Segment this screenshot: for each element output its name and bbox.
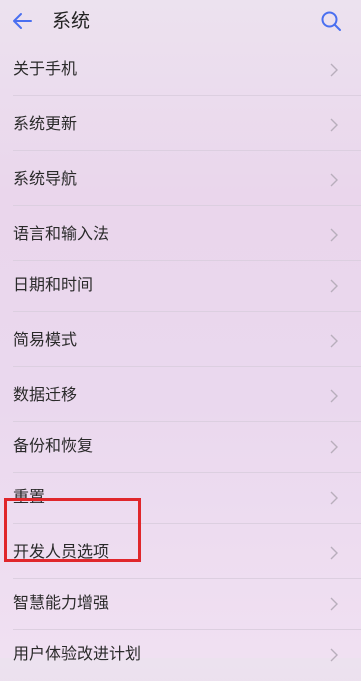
- menu-item-label: 备份和恢复: [13, 436, 94, 455]
- highlight-box: [4, 498, 141, 562]
- chevron-right-icon: [330, 546, 338, 560]
- chevron-right-icon: [330, 228, 338, 242]
- menu-item-label: 用户体验改进计划: [13, 644, 142, 663]
- divider: [13, 311, 361, 312]
- menu-item-data-migration[interactable]: 数据迁移: [0, 371, 361, 422]
- menu-item-label: 简易模式: [13, 330, 78, 349]
- chevron-right-icon: [330, 63, 338, 77]
- menu-item-system-update[interactable]: 系统更新: [0, 100, 361, 151]
- chevron-right-icon: [330, 334, 338, 348]
- chevron-right-icon: [330, 440, 338, 454]
- menu-item-label: 智慧能力增强: [13, 593, 110, 612]
- menu-item-about-phone[interactable]: 关于手机: [0, 45, 361, 96]
- menu-item-user-experience-program[interactable]: 用户体验改进计划: [0, 630, 361, 681]
- menu-item-backup-restore[interactable]: 备份和恢复: [0, 422, 361, 473]
- menu-item-label: 数据迁移: [13, 385, 78, 404]
- menu-item-label: 系统更新: [13, 114, 78, 133]
- chevron-right-icon: [330, 279, 338, 293]
- chevron-right-icon: [330, 118, 338, 132]
- menu-item-label: 语言和输入法: [13, 224, 110, 243]
- page-title: 系统: [52, 10, 91, 32]
- settings-list: 关于手机 系统更新 系统导航 语言和输入法 日期和时间 简易模式 数据迁移 备份…: [0, 45, 361, 681]
- menu-item-label: 关于手机: [13, 59, 78, 78]
- search-button[interactable]: [318, 8, 344, 34]
- menu-item-label: 系统导航: [13, 169, 78, 188]
- chevron-right-icon: [330, 173, 338, 187]
- arrow-left-icon: [13, 13, 32, 29]
- chevron-right-icon: [330, 389, 338, 403]
- divider: [13, 95, 361, 96]
- menu-item-simple-mode[interactable]: 简易模式: [0, 316, 361, 367]
- chevron-right-icon: [330, 491, 338, 505]
- chevron-right-icon: [330, 597, 338, 611]
- menu-item-system-navigation[interactable]: 系统导航: [0, 155, 361, 206]
- menu-item-date-time[interactable]: 日期和时间: [0, 261, 361, 312]
- divider: [13, 205, 361, 206]
- back-button[interactable]: [10, 8, 36, 34]
- search-icon: [321, 11, 341, 31]
- divider: [13, 150, 361, 151]
- menu-item-smart-enhancement[interactable]: 智慧能力增强: [0, 579, 361, 630]
- menu-item-language-input[interactable]: 语言和输入法: [0, 210, 361, 261]
- app-bar: 系统: [0, 0, 361, 42]
- menu-item-label: 日期和时间: [13, 275, 94, 294]
- divider: [13, 366, 361, 367]
- chevron-right-icon: [330, 648, 338, 662]
